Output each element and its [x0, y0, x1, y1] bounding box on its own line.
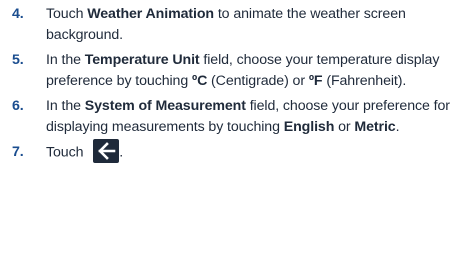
- back-arrow-icon: [93, 139, 120, 163]
- step-number: 5.: [12, 52, 24, 68]
- step-7: 7. Touch .: [12, 139, 452, 163]
- step-text: .: [395, 119, 400, 135]
- option-metric: Metric: [354, 119, 396, 135]
- step-4: 4. Touch Weather Animation to animate th…: [12, 4, 452, 46]
- field-system-of-measurement: System of Measurement: [84, 98, 246, 114]
- option-fahrenheit: ºF: [308, 73, 323, 89]
- option-english: English: [283, 119, 335, 135]
- step-text: Touch: [46, 6, 88, 22]
- step-number: 4.: [12, 6, 24, 22]
- step-number: 6.: [12, 98, 24, 114]
- step-text: (Centigrade) or: [207, 73, 309, 89]
- field-temperature-unit: Temperature Unit: [84, 52, 200, 68]
- option-celsius: ºC: [191, 73, 208, 89]
- option-weather-animation: Weather Animation: [87, 6, 214, 22]
- step-number: 7.: [12, 144, 24, 160]
- step-6: 6. In the System of Measurement field, c…: [12, 96, 452, 138]
- step-text: (Fahrenheit).: [322, 73, 407, 89]
- instruction-list: 4. Touch Weather Animation to animate th…: [12, 4, 452, 167]
- step-text: or: [334, 119, 355, 135]
- step-text: Touch: [46, 144, 88, 161]
- step-text: .: [119, 144, 124, 161]
- step-text: In the: [46, 52, 85, 68]
- step-text: In the: [46, 98, 85, 114]
- step-5: 5. In the Temperature Unit field, choose…: [12, 50, 452, 92]
